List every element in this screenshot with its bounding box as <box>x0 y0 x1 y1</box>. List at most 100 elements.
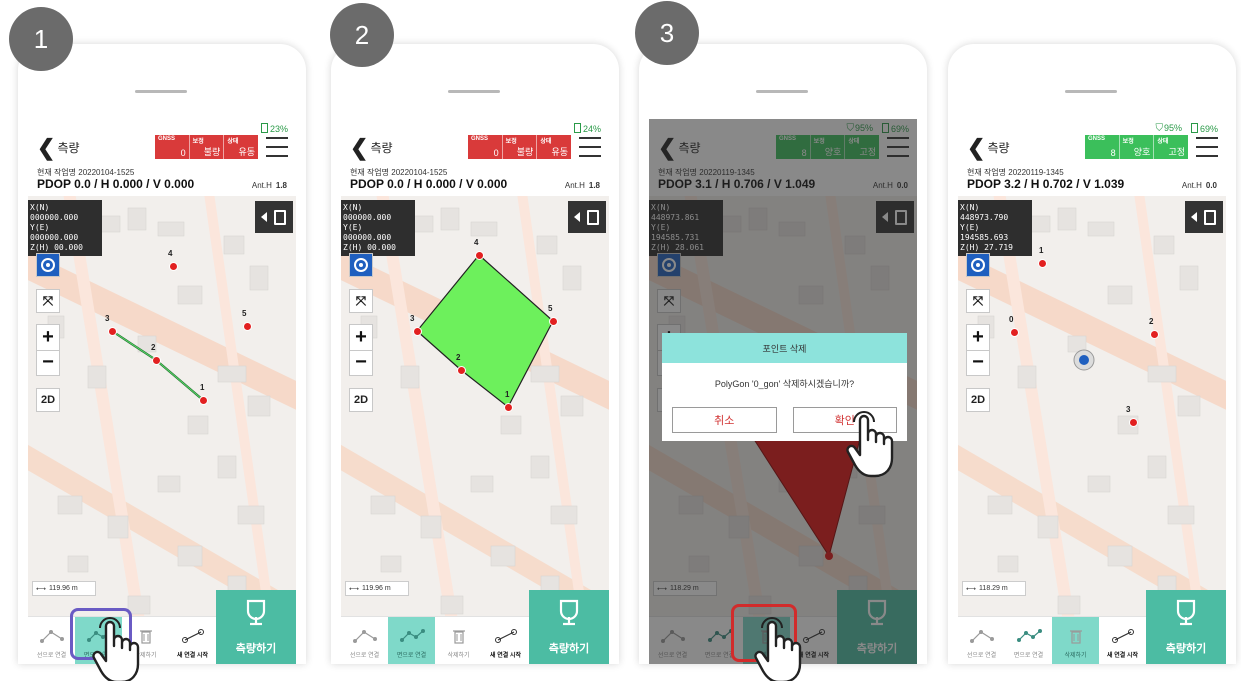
page-title: 측량 <box>57 141 80 155</box>
caret-left-icon <box>574 212 580 222</box>
menu-icon[interactable] <box>579 137 601 157</box>
survey-point-marker[interactable] <box>549 317 558 326</box>
zoom-out-button[interactable]: − <box>967 351 989 376</box>
expand-arrows-icon: ⤧ <box>42 293 54 308</box>
map-view[interactable]: X(N) 000000.000 Y(E) 000000.000 Z(H) 00.00… <box>341 196 609 664</box>
zoom-in-button[interactable]: + <box>37 325 59 351</box>
expand-arrows-icon: ⤧ <box>355 293 367 308</box>
zoom-out-button[interactable]: − <box>37 351 59 376</box>
new-connection-tool[interactable]: 새 연결 시작 <box>169 617 216 664</box>
caret-left-icon <box>261 212 267 222</box>
antenna-height-label: Ant.H <box>1181 181 1202 190</box>
survey-point-marker[interactable] <box>475 251 484 260</box>
delete-tool[interactable]: 삭제하기 <box>435 617 482 664</box>
tool-label: 새 연결 시작 <box>177 653 208 659</box>
survey-point-marker[interactable] <box>243 322 252 331</box>
survey-point-marker[interactable] <box>199 396 208 405</box>
side-panel-toggle[interactable] <box>568 201 606 233</box>
tool-label: 삭제하기 <box>1064 653 1087 659</box>
survey-point-label: 5 <box>548 304 553 313</box>
locate-button[interactable] <box>966 253 990 277</box>
fit-extent-button[interactable]: ⤧ <box>966 289 990 313</box>
chevron-left-icon: ❮ <box>967 134 986 160</box>
connect-polygon-tool[interactable]: 면으로 연결 <box>1005 617 1052 664</box>
dialog-title: 포인트 삭제 <box>662 333 907 363</box>
crosshair-icon <box>354 258 368 272</box>
antenna-height-value: 0.0 <box>1205 181 1217 190</box>
gnss-cell-0: GNSS 0 <box>155 135 190 159</box>
connect-line-tool[interactable]: 선으로 연결 <box>28 617 75 664</box>
gnss-cell-value: 8 <box>1110 148 1116 158</box>
fit-extent-button[interactable]: ⤧ <box>36 289 60 313</box>
back-button[interactable]: ❮측량 <box>37 136 80 158</box>
gnss-status-panel[interactable]: GNSS8보정양호상태고정 <box>1085 135 1189 159</box>
survey-point-label: 2 <box>151 343 156 352</box>
battery-status: 23% <box>260 122 288 134</box>
scale-bar: ⟷ 119.96 m <box>345 581 409 596</box>
gnss-cell-value: 0 <box>180 148 186 158</box>
fit-extent-button[interactable]: ⤧ <box>349 289 373 313</box>
connect-line-tool[interactable]: 선으로 연결 <box>341 617 388 664</box>
survey-point-marker[interactable] <box>1150 330 1159 339</box>
locate-button[interactable] <box>36 253 60 277</box>
scale-arrows-icon: ⟷ <box>36 585 47 593</box>
new-connection-tool[interactable]: 새 연결 시작 <box>482 617 529 664</box>
survey-point-marker[interactable] <box>169 262 178 271</box>
coordinate-readout: X(N) 000000.000 Y(E) 000000.000 Z(H) 00.00… <box>28 200 102 256</box>
polygon-icon <box>399 628 425 650</box>
measure-button[interactable]: 측량하기 <box>216 590 296 664</box>
step-badge-2: 2 <box>330 3 394 67</box>
mode-2d-button[interactable]: 2D <box>349 388 373 412</box>
map-view[interactable]: X(N) 000000.000 Y(E) 000000.000 Z(H) 00.00… <box>28 196 296 664</box>
zoom-control: +− <box>36 324 60 376</box>
survey-point-marker[interactable] <box>152 356 161 365</box>
tutorial-stage: 1 2 3 23% ❮ 측량 GNSS 0 보정 불량 상태 유동 현재 작업명 20220104-15… <box>0 0 1241 681</box>
zoom-in-button[interactable]: + <box>967 325 989 351</box>
battery-status: 24% <box>573 122 601 134</box>
measure-button[interactable]: 측량하기 <box>1146 590 1226 664</box>
survey-point-marker[interactable] <box>108 327 117 336</box>
step-badge-1: 1 <box>9 7 73 71</box>
mode-2d-button[interactable]: 2D <box>36 388 60 412</box>
app-header: ❮ 측량 GNSS 0 보정 불량 상태 유동 <box>28 133 296 165</box>
zoom-in-button[interactable]: + <box>350 325 372 351</box>
polyline-icon <box>969 628 995 650</box>
menu-icon[interactable] <box>266 137 288 157</box>
back-button[interactable]: ❮측량 <box>350 136 393 158</box>
connect-polygon-tool[interactable]: 면으로 연결 <box>388 617 435 664</box>
delete-tool[interactable]: 삭제하기 <box>1052 617 1099 664</box>
survey-point-label: 1 <box>200 383 205 392</box>
clipboard-icon <box>1204 209 1216 225</box>
zoom-out-button[interactable]: − <box>350 351 372 376</box>
gnss-status-panel[interactable]: GNSS 0 보정 불량 상태 유동 <box>468 135 572 159</box>
tool-label: 선으로 연결 <box>36 653 67 659</box>
survey-point-marker[interactable] <box>413 327 422 336</box>
survey-point-marker[interactable] <box>1010 328 1019 337</box>
new-connection-tool[interactable]: 새 연결 시작 <box>1099 617 1146 664</box>
cancel-button[interactable]: 취소 <box>672 407 777 433</box>
menu-icon[interactable] <box>1196 137 1218 157</box>
step-badge-3: 3 <box>635 1 699 65</box>
signal-value: 95% <box>1163 122 1182 133</box>
gnss-status-panel[interactable]: GNSS 0 보정 불량 상태 유동 <box>155 135 259 159</box>
survey-point-marker[interactable] <box>1129 418 1138 427</box>
map-view[interactable]: X(N) 448973.790 Y(E) 194585.693 Z(H) 27.71… <box>958 196 1226 664</box>
back-button[interactable]: ❮측량 <box>967 134 1010 160</box>
hand-pointer-icon <box>86 616 146 681</box>
survey-point-marker[interactable] <box>1038 259 1047 268</box>
app-screen: 24% ❮ 측량 GNSS 0 보정 불량 상태 유동 현재 작업명 20220104-1525 P… <box>341 119 609 664</box>
measure-button[interactable]: 측량하기 <box>529 590 609 664</box>
mode-2d-button[interactable]: 2D <box>966 388 990 412</box>
side-panel-toggle[interactable] <box>1185 201 1223 233</box>
coordinate-line: Y(E) 000000.000 <box>30 223 79 242</box>
coordinate-line: Z(H) 00.000 <box>30 243 83 252</box>
locate-button[interactable] <box>349 253 373 277</box>
scale-value: 118.29 m <box>979 585 1008 592</box>
connect-line-tool[interactable]: 선으로 연결 <box>958 617 1005 664</box>
side-panel-toggle[interactable] <box>255 201 293 233</box>
new-line-icon <box>1111 628 1135 650</box>
survey-point-marker[interactable] <box>504 403 513 412</box>
gnss-cell-label: 상태 <box>227 139 239 145</box>
speaker-notch <box>756 90 808 93</box>
survey-point-marker[interactable] <box>457 366 466 375</box>
